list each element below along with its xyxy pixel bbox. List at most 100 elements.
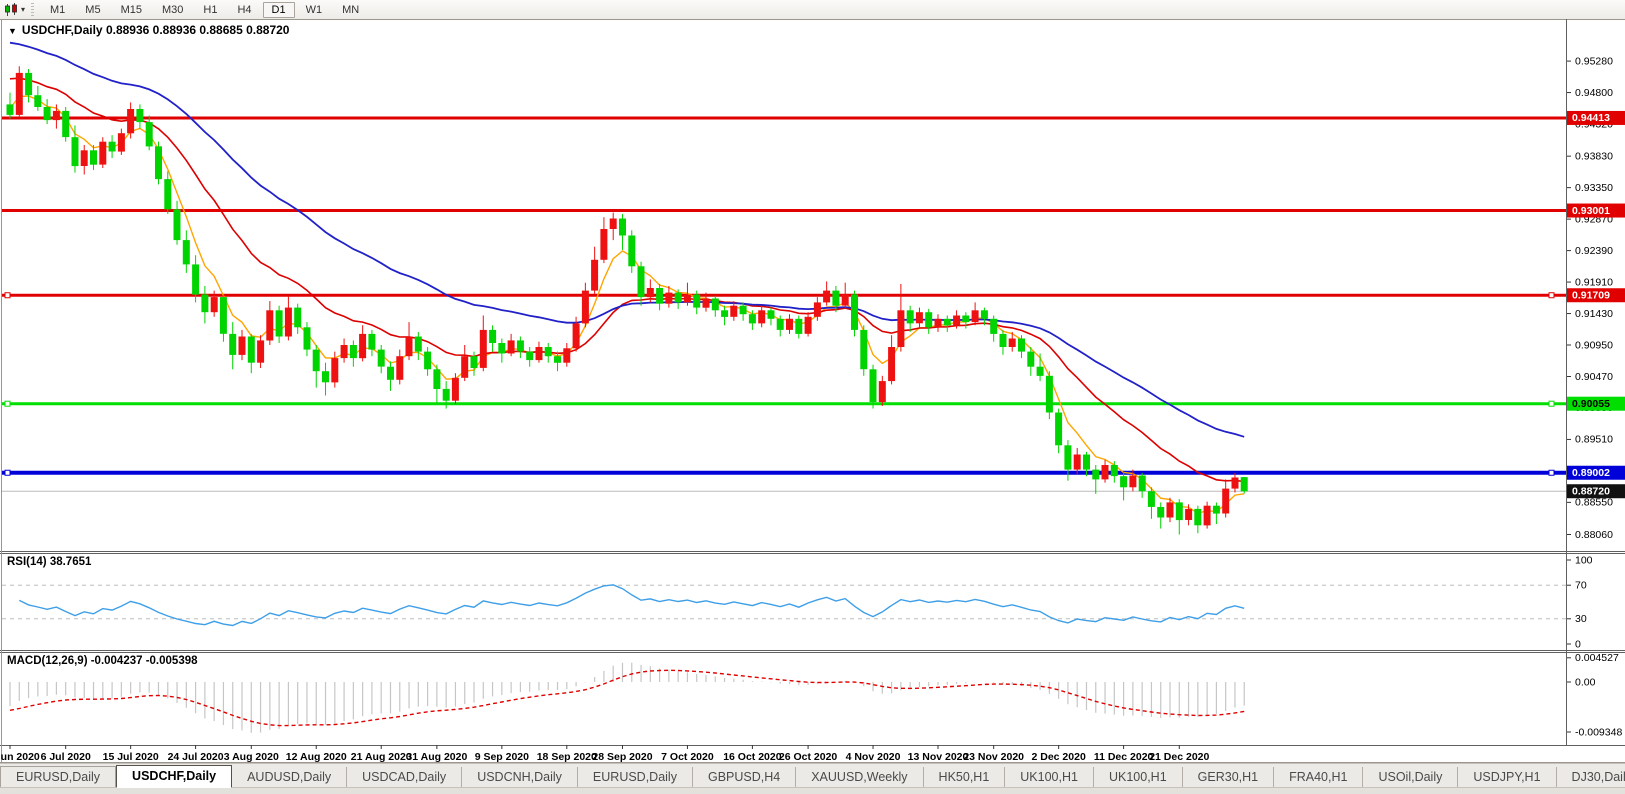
candlestick-tool-glyph — [4, 3, 19, 17]
date-label: 4 Nov 2020 — [846, 751, 901, 763]
candle-body — [25, 73, 32, 95]
price-tick-label: 0.88060 — [1575, 529, 1613, 541]
mt4-window: ▾ M1M5M15M30H1H4D1W1MN 0.952800.948000.9… — [0, 0, 1625, 794]
timeframe-button-H1[interactable]: H1 — [194, 2, 226, 18]
candle-body — [7, 104, 14, 115]
candle-body — [1148, 491, 1155, 507]
price-tag-label: 0.93001 — [1572, 205, 1610, 217]
candle-body — [16, 73, 23, 115]
candle-body — [155, 146, 162, 179]
chart-tab-usdcad-daily[interactable]: USDCAD,Daily — [347, 767, 462, 788]
price-tag-label: 0.94413 — [1572, 112, 1610, 124]
chart-tab-hk50-h1[interactable]: HK50,H1 — [924, 767, 1006, 788]
rsi-label: RSI(14) 38.7651 — [7, 556, 91, 568]
chart-tab-uk100-h1[interactable]: UK100,H1 — [1094, 767, 1183, 788]
timeframe-button-M15[interactable]: M15 — [112, 2, 151, 18]
candle-body — [647, 288, 654, 297]
candle-body — [795, 319, 802, 334]
candle-body — [972, 310, 979, 322]
timeframe-button-H4[interactable]: H4 — [228, 2, 260, 18]
toolbar-grip — [31, 3, 34, 16]
candle-body — [257, 340, 264, 362]
date-label: 2 Dec 2020 — [1031, 751, 1085, 763]
candle-body — [136, 109, 143, 122]
candle-body — [944, 319, 951, 326]
chart-tab-fra40-h1[interactable]: FRA40,H1 — [1274, 767, 1363, 788]
candle-body — [953, 316, 960, 326]
candle-body — [1046, 376, 1053, 413]
chart-tab-usoil-daily[interactable]: USOil,Daily — [1363, 767, 1458, 788]
line-endpoint-handle[interactable] — [1549, 470, 1554, 475]
candle-body — [1037, 367, 1044, 376]
price-tick-label: 0.94800 — [1575, 87, 1613, 99]
candle-body — [443, 389, 450, 401]
line-endpoint-handle[interactable] — [5, 470, 10, 475]
chart-tool-dropdown-icon[interactable]: ▾ — [21, 5, 25, 14]
candle-body — [1018, 339, 1025, 352]
candle-body — [1120, 476, 1127, 487]
candle-body — [990, 319, 997, 334]
candle-body — [480, 330, 487, 368]
candle-body — [378, 350, 385, 367]
candle-body — [1185, 509, 1192, 520]
chart-type-tool-icon[interactable] — [4, 3, 19, 17]
candle-body — [749, 314, 756, 323]
timeframe-button-M1[interactable]: M1 — [41, 2, 74, 18]
chart-tab-bar: EURUSD,DailyUSDCHF,DailyAUDUSD,DailyUSDC… — [0, 763, 1625, 788]
line-endpoint-handle[interactable] — [5, 293, 10, 298]
chart-tab-ger30-h1[interactable]: GER30,H1 — [1183, 767, 1274, 788]
macd-tick-label: -0.009348 — [1575, 726, 1622, 738]
candle-body — [582, 291, 589, 324]
candle-body — [1222, 489, 1229, 514]
chart-tab-uk100-h1[interactable]: UK100,H1 — [1005, 767, 1094, 788]
chart-tab-gbpusd-h4[interactable]: GBPUSD,H4 — [693, 767, 796, 788]
timeframe-button-M30[interactable]: M30 — [153, 2, 192, 18]
timeframe-button-W1[interactable]: W1 — [297, 2, 332, 18]
price-tick-label: 0.92390 — [1575, 245, 1613, 257]
chart-tab-xauusd-weekly[interactable]: XAUUSD,Weekly — [796, 767, 923, 788]
timeframe-button-MN[interactable]: MN — [333, 2, 368, 18]
candle-body — [229, 334, 236, 355]
candle-body — [294, 308, 301, 328]
candle-body — [313, 350, 320, 372]
candle-body — [304, 327, 311, 349]
candle-body — [600, 229, 607, 260]
line-endpoint-handle[interactable] — [1549, 401, 1554, 406]
chart-tab-usdcnh-daily[interactable]: USDCNH,Daily — [462, 767, 578, 788]
date-label: 13 Nov 2020 — [908, 751, 969, 763]
candle-body — [1083, 455, 1090, 470]
date-label: 16 Oct 2020 — [723, 751, 782, 763]
candle-body — [693, 295, 700, 308]
line-endpoint-handle[interactable] — [5, 401, 10, 406]
candle-body — [164, 179, 171, 209]
timeframe-button-D1[interactable]: D1 — [263, 2, 295, 18]
line-endpoint-handle[interactable] — [1549, 293, 1554, 298]
candle-body — [406, 337, 413, 357]
chart-canvas: 0.952800.948000.943200.938300.933500.928… — [0, 19, 1625, 763]
status-bar — [0, 787, 1625, 794]
candle-body — [545, 347, 552, 356]
candle-body — [44, 107, 51, 120]
chart-ohlc-numbers: 0.88936 0.88936 0.88685 0.88720 — [106, 23, 290, 37]
chart-tab-usdjpy-h1[interactable]: USDJPY,H1 — [1458, 767, 1556, 788]
candle-body — [860, 330, 867, 369]
candle-body — [1055, 413, 1062, 446]
candle-body — [53, 111, 60, 120]
candle-body — [276, 310, 283, 336]
candle-body — [331, 358, 338, 382]
candle-body — [517, 340, 524, 351]
timeframe-button-M5[interactable]: M5 — [76, 2, 109, 18]
chart-tab-eurusd-daily[interactable]: EURUSD,Daily — [578, 767, 693, 788]
candle-body — [851, 295, 858, 330]
candle-body — [471, 356, 478, 368]
chart-tab-audusd-daily[interactable]: AUDUSD,Daily — [232, 767, 347, 788]
candle-body — [220, 297, 227, 334]
chart-tab-usdchf-daily[interactable]: USDCHF,Daily — [116, 765, 232, 788]
chart-tab-eurusd-daily[interactable]: EURUSD,Daily — [0, 766, 116, 788]
chart-tab-dj30-daily[interactable]: DJ30,Daily — [1557, 767, 1625, 788]
candle-body — [832, 291, 839, 306]
rsi-tick-label: 70 — [1575, 579, 1587, 591]
price-tag-label: 0.89002 — [1572, 467, 1610, 479]
macd-tick-label: 0.004527 — [1575, 652, 1619, 664]
collapse-arrow-icon[interactable]: ▼ — [8, 26, 17, 36]
